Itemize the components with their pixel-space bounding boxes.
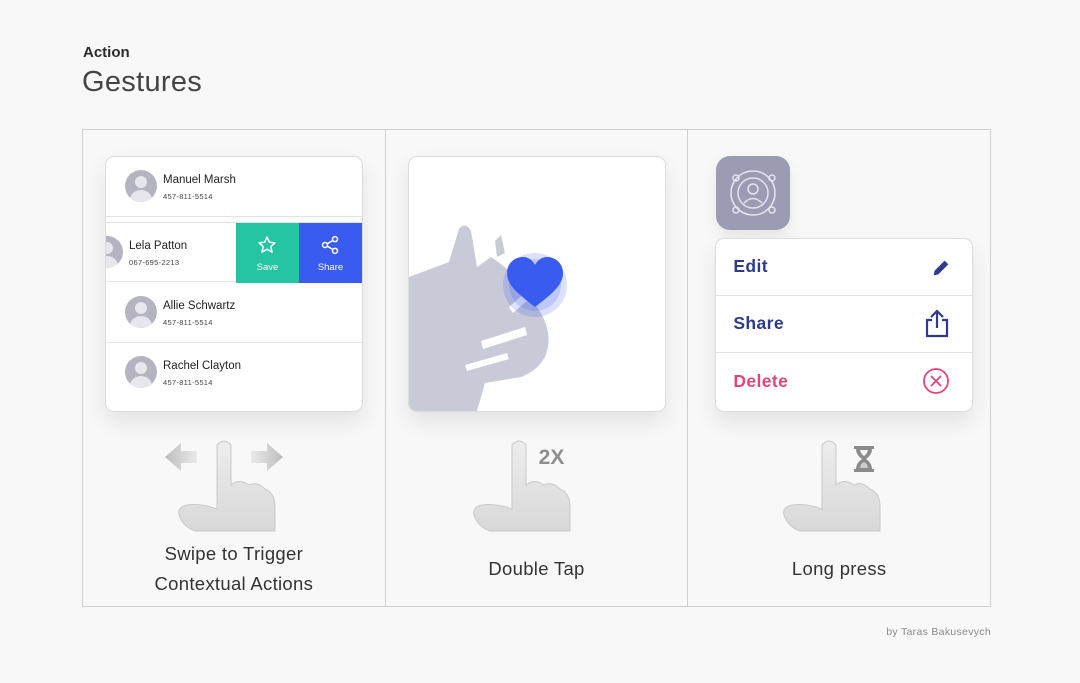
menu-item-share[interactable]: Share [716,296,973,353]
share-label: Share [317,262,344,273]
contact-phone: 067-695-2213 [129,258,180,267]
contact-phone: 457-811-5514 [163,318,213,327]
section-eyebrow: Action [83,44,130,61]
menu-label: Delete [733,371,789,391]
menu-label: Edit [733,256,768,276]
close-circle-icon [923,368,950,394]
save-button[interactable]: Save [236,223,299,283]
share-upload-icon [926,309,949,338]
menu-item-delete[interactable]: Delete [716,354,972,411]
double-tap-caption: Double Tap [488,558,585,579]
pencil-icon [934,260,949,276]
author-credit: by Taras Bakusevych [886,626,991,638]
photo-card[interactable] [407,156,666,412]
contact-name: Rachel Clayton [163,360,241,372]
avatar [125,170,157,202]
swipe-gesture-icon [165,440,283,532]
avatar [125,296,157,328]
contact-name: Manuel Marsh [163,174,236,186]
contact-list-card: Manuel Marsh 457-811-5514 Lela Patton 06… [105,156,363,412]
list-item[interactable]: Rachel Clayton 457-811-5514 [106,343,362,403]
long-press-caption: Long press [791,558,887,579]
list-item[interactable]: Manuel Marsh 457-811-5514 [106,157,362,217]
avatar [106,236,123,268]
star-icon [258,236,276,253]
list-item[interactable]: Allie Schwartz 457-811-5514 [106,283,362,343]
share-icon [321,235,339,255]
app-icon[interactable] [716,156,791,230]
cat-illustration [408,225,567,411]
context-menu: Edit Share Delete [715,238,974,412]
profile-network-icon [730,170,777,216]
swipe-caption: Swipe to Trigger [164,543,304,564]
contact-name: Allie Schwartz [163,300,236,312]
tap-count-label: 2X [538,446,565,469]
share-button[interactable]: Share [299,223,362,283]
menu-item-edit[interactable]: Edit [716,239,973,296]
double-tap-panel: 2X Double Tap [386,130,689,606]
avatar [125,356,157,388]
swipe-panel: Manuel Marsh 457-811-5514 Lela Patton 06… [83,130,386,606]
contact-phone: 457-811-5514 [163,378,213,387]
hourglass-icon [854,446,875,472]
save-label: Save [256,262,279,273]
list-item-swiped[interactable]: Lela Patton 067-695-2213 Save Share [106,222,362,283]
page-title: Gestures [82,66,203,98]
menu-label: Share [733,313,784,333]
swipe-caption-line2: Contextual Actions [154,573,314,594]
long-press-panel: Edit Share Delete Long press [688,130,990,606]
gesture-panels: Manuel Marsh 457-811-5514 Lela Patton 06… [82,129,991,607]
contact-name: Lela Patton [129,240,188,252]
contact-phone: 457-811-5514 [163,192,213,201]
